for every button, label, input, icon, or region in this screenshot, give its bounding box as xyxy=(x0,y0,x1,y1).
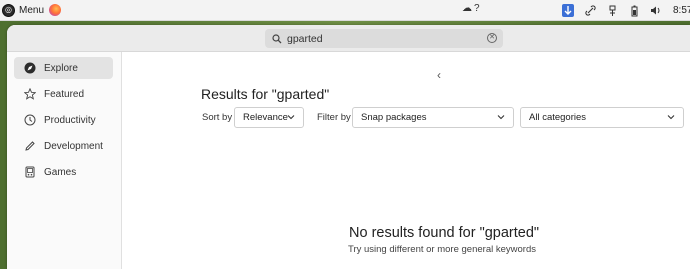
gamepad-icon xyxy=(24,166,36,178)
sidebar-item-label: Games xyxy=(44,166,77,178)
sort-dropdown[interactable]: Relevance xyxy=(234,107,304,128)
weather-text: ? xyxy=(474,3,480,14)
sort-by-label: Sort by xyxy=(202,112,233,123)
tray-item-battery[interactable] xyxy=(623,2,645,19)
filter-dropdown-value: Snap packages xyxy=(361,112,427,123)
chevron-down-icon xyxy=(287,115,295,120)
search-box[interactable]: ✕ xyxy=(265,29,503,48)
chevron-down-icon xyxy=(667,115,675,120)
link-icon xyxy=(584,5,596,16)
header-bar: ✕ xyxy=(7,25,690,52)
compass-icon xyxy=(24,62,36,74)
sort-dropdown-value: Relevance xyxy=(243,112,288,123)
top-panel: ◎ Menu ☁ ? 8:57 xyxy=(0,0,690,21)
sidebar: Explore Featured Productivity Developmen… xyxy=(7,52,122,269)
system-tray: 8:57 xyxy=(557,2,690,19)
no-results-title: No results found for "gparted" xyxy=(349,225,540,241)
clock[interactable]: 8:57 xyxy=(673,5,690,16)
menu-button[interactable]: ◎ Menu xyxy=(0,0,44,21)
sidebar-item-featured[interactable]: Featured xyxy=(14,83,113,105)
chevron-down-icon xyxy=(497,115,505,120)
clear-search-icon[interactable]: ✕ xyxy=(487,33,497,43)
software-window: ✕ Explore Featured Productivity Devel xyxy=(7,25,690,269)
search-icon xyxy=(268,33,286,44)
tray-item-updates[interactable] xyxy=(557,2,579,19)
tray-item-device[interactable] xyxy=(601,2,623,19)
search-input[interactable] xyxy=(287,32,477,45)
star-icon xyxy=(24,88,36,100)
volume-icon xyxy=(651,6,660,15)
tray-item-link[interactable] xyxy=(579,2,601,19)
tray-item-volume[interactable] xyxy=(645,2,667,19)
menu-logo-icon: ◎ xyxy=(2,3,15,17)
weather-indicator[interactable]: ☁ ? xyxy=(462,3,480,14)
sidebar-item-development[interactable]: Development xyxy=(14,135,113,157)
sidebar-item-productivity[interactable]: Productivity xyxy=(14,109,113,131)
category-dropdown[interactable]: All categories xyxy=(520,107,684,128)
filter-dropdown[interactable]: Snap packages xyxy=(352,107,514,128)
firefox-icon[interactable] xyxy=(49,4,62,16)
sidebar-item-label: Featured xyxy=(44,88,85,100)
cloud-icon: ☁ xyxy=(462,3,472,14)
sidebar-item-explore[interactable]: Explore xyxy=(14,57,113,79)
sidebar-item-label: Development xyxy=(44,140,103,152)
menu-label: Menu xyxy=(19,4,45,16)
sidebar-item-label: Productivity xyxy=(44,114,96,126)
results-title: Results for "gparted" xyxy=(201,86,330,102)
battery-icon xyxy=(631,5,637,16)
no-results-hint: Try using different or more general keyw… xyxy=(348,244,536,255)
filter-by-label: Filter by xyxy=(317,112,351,123)
usb-icon xyxy=(609,5,615,16)
updates-icon xyxy=(562,4,574,17)
category-dropdown-value: All categories xyxy=(529,112,587,123)
pencil-icon xyxy=(24,140,36,152)
sidebar-item-label: Explore xyxy=(44,62,78,74)
sidebar-item-games[interactable]: Games xyxy=(14,161,113,183)
clock-icon xyxy=(24,114,36,126)
back-chevron-icon[interactable]: ‹ xyxy=(437,68,441,82)
